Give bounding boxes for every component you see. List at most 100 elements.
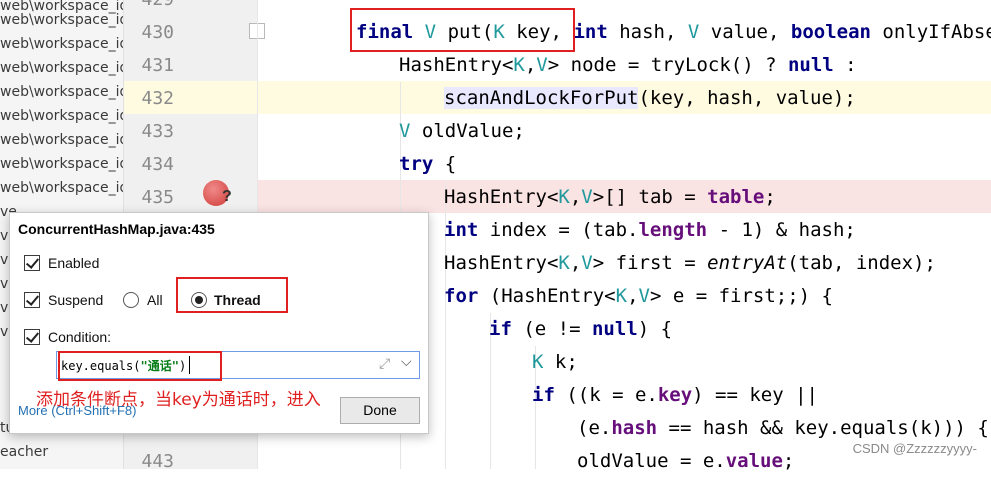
line-number: 443 — [141, 451, 174, 472]
line-number: 433 — [141, 121, 174, 142]
line-number: 432 — [141, 88, 174, 109]
project-path-row[interactable]: web\workspace_ide — [0, 176, 124, 200]
token-method-call: scanAndLockForPut — [444, 87, 639, 109]
code-line-441[interactable]: if ((k = e.key) == key || — [532, 379, 818, 412]
token-text: oldValue; — [410, 120, 525, 142]
line-number: 429 — [124, 0, 174, 16]
token-param: hash, — [619, 21, 677, 43]
annotation-highlight-box — [350, 8, 575, 52]
token-type: K — [558, 186, 570, 208]
project-path-row[interactable]: web\workspace_ide — [0, 104, 124, 128]
token-text: >[] tab = — [592, 186, 708, 208]
token-text: == hash && key.equals(k))) { — [657, 417, 989, 439]
code-line-440[interactable]: K k; — [532, 346, 578, 379]
token-text: k; — [543, 351, 578, 373]
project-path-row[interactable]: web\workspace_ide — [0, 80, 124, 104]
code-line-433[interactable]: V oldValue; — [399, 115, 525, 148]
token-text: ) { — [637, 318, 673, 340]
condition-label[interactable]: Condition: — [48, 329, 111, 345]
suspend-all-label[interactable]: All — [147, 292, 163, 308]
code-line-435[interactable]: HashEntry<K,V>[] tab = table; — [444, 181, 776, 214]
suspend-all-radio[interactable] — [123, 292, 139, 308]
token-text: (HashEntry< — [478, 285, 616, 307]
token-field: table — [707, 186, 765, 208]
suspend-label[interactable]: Suspend — [48, 292, 103, 308]
token-text: : — [833, 54, 857, 76]
token-field: length — [638, 219, 708, 241]
enabled-checkbox[interactable] — [24, 255, 40, 271]
token-text: (e. — [577, 417, 612, 439]
conditional-breakpoint-icon[interactable]: ? — [222, 188, 232, 206]
token-field: hash — [611, 417, 658, 439]
token-text: (e != — [511, 318, 592, 340]
annotation-highlight-box — [58, 351, 222, 381]
more-options-link[interactable]: More (Ctrl+Shift+F8) — [18, 403, 136, 418]
token-keyword: null — [591, 318, 638, 340]
line-number: 435 — [141, 187, 174, 208]
token-keyword: if — [489, 318, 512, 340]
token-type: V — [581, 252, 593, 274]
suspend-checkbox[interactable] — [24, 292, 40, 308]
code-line-434[interactable]: try { — [399, 148, 456, 181]
token-type: V — [399, 120, 411, 142]
token-text: ) == key || — [692, 384, 819, 406]
line-number: 431 — [141, 55, 174, 76]
token-text: > e = first;;) { — [649, 285, 833, 307]
token-keyword: for — [444, 285, 479, 307]
token-text: HashEntry< — [399, 54, 514, 76]
token-text: > first = — [592, 252, 708, 274]
project-path-row[interactable]: web\workspace_ide — [0, 8, 124, 32]
expand-icon[interactable]: ⤢ — [379, 356, 390, 372]
enabled-label[interactable]: Enabled — [48, 255, 99, 271]
token-text: ((k = e. — [554, 384, 658, 406]
token-text: - 1) & hash; — [707, 219, 856, 241]
project-path-row[interactable]: web\workspace_ide — [0, 56, 124, 80]
token-param: value, — [710, 21, 780, 43]
project-path-row[interactable]: web\workspace_ide — [0, 32, 124, 56]
project-path-row[interactable]: web\workspace_ide — [0, 152, 124, 176]
token-type: V — [581, 186, 593, 208]
token-param: onlyIfAbsen — [882, 21, 991, 43]
token-text: , — [627, 285, 639, 307]
token-type: K — [513, 54, 525, 76]
project-path-row[interactable]: web\workspace_ide — [0, 128, 124, 152]
breakpoint-properties-popup: ConcurrentHashMap.java:435 Enabled Suspe… — [9, 212, 429, 434]
line-number: 434 — [141, 154, 174, 175]
token-keyword: if — [532, 384, 555, 406]
token-text: , — [569, 252, 582, 274]
token-keyword: boolean — [790, 21, 871, 43]
code-line-438[interactable]: for (HashEntry<K,V> e = first;;) { — [444, 280, 833, 313]
token-type: V — [687, 21, 700, 43]
token-field: key — [657, 384, 693, 406]
token-keyword: int — [444, 219, 479, 241]
token-text: ; — [764, 186, 776, 208]
token-type: K — [532, 351, 544, 373]
code-line-443[interactable]: oldValue = e.value; — [577, 445, 794, 478]
code-line-437[interactable]: HashEntry<K,V> first = entryAt(tab, inde… — [444, 247, 936, 280]
chevron-down-icon[interactable]: ⌵ — [401, 354, 412, 370]
token-method-call: entryAt — [707, 252, 788, 274]
done-button[interactable]: Done — [340, 397, 420, 424]
annotation-highlight-box — [176, 277, 288, 313]
token-keyword: null — [787, 54, 834, 76]
code-line-436[interactable]: int index = (tab.length - 1) & hash; — [444, 214, 856, 247]
token-text: (key, hash, value); — [638, 87, 856, 109]
token-text: (tab, index); — [787, 252, 936, 274]
token-type: V — [638, 285, 650, 307]
line-number: 430 — [141, 22, 174, 43]
token-text: index = (tab. — [478, 219, 639, 241]
watermark: CSDN @Zzzzzzyyyy- — [852, 441, 977, 456]
project-path-row[interactable]: v — [0, 320, 8, 344]
token-text: > node = tryLock() ? — [547, 54, 788, 76]
token-keyword: try — [399, 153, 434, 175]
project-path-row[interactable]: eacher — [0, 440, 48, 464]
code-line-439[interactable]: if (e != null) { — [489, 313, 672, 346]
token-text: HashEntry< — [444, 252, 559, 274]
code-line-432[interactable]: scanAndLockForPut(key, hash, value); — [444, 82, 856, 115]
token-text: , — [569, 186, 582, 208]
token-type: K — [558, 252, 570, 274]
token-text: { — [433, 153, 457, 175]
condition-checkbox[interactable] — [24, 329, 40, 345]
token-type: V — [536, 54, 548, 76]
code-line-431[interactable]: HashEntry<K,V> node = tryLock() ? null : — [399, 49, 857, 82]
